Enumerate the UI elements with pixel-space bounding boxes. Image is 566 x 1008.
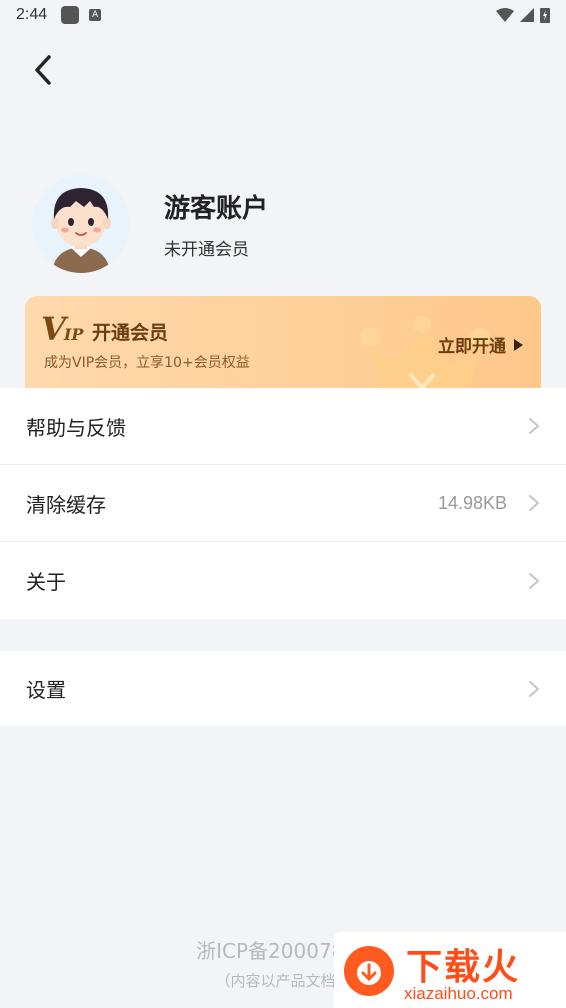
menu-item-about[interactable]: 关于 — [0, 542, 566, 619]
vip-description: 成为VIP会员，立享10+会员权益 — [44, 355, 250, 371]
wifi-icon — [496, 8, 514, 22]
status-bar: 2:44 A — [0, 0, 566, 30]
triangle-right-icon — [514, 338, 523, 351]
vip-logo: VIP — [41, 310, 83, 348]
vip-title: 开通会员 — [92, 322, 169, 344]
chevron-right-icon — [529, 495, 539, 511]
status-time: 2:44 — [16, 6, 48, 23]
notification-app-icon — [61, 6, 80, 24]
watermark: 下载火 xiazaihuo.com — [334, 932, 566, 1008]
chevron-right-icon — [529, 418, 539, 434]
keyboard-notification-icon: A — [89, 9, 102, 21]
vip-logo-ip: IP — [63, 325, 84, 344]
avatar[interactable] — [32, 175, 130, 273]
menu-item-help-feedback[interactable]: 帮助与反馈 — [0, 388, 566, 465]
menu-label-clear-cache: 清除缓存 — [26, 492, 106, 517]
watermark-url: xiazaihuo.com — [404, 984, 513, 1003]
user-info: 游客账户 未开通会员 — [164, 188, 268, 260]
menu-group-settings: 设置 — [0, 651, 566, 726]
chevron-left-icon — [35, 55, 51, 85]
membership-status: 未开通会员 — [164, 240, 249, 260]
vip-activate-label: 立即开通 — [438, 337, 506, 357]
chevron-right-icon — [529, 572, 539, 589]
vip-activate-button[interactable]: 立即开通 — [438, 332, 523, 357]
menu-group-main: 帮助与反馈 清除缓存 14.98KB 关于 — [0, 388, 566, 619]
menu-item-settings[interactable]: 设置 — [0, 651, 566, 726]
chevron-right-icon — [529, 680, 539, 697]
menu-label-help: 帮助与反馈 — [26, 415, 126, 440]
back-button[interactable] — [26, 50, 60, 90]
vip-card[interactable]: VIP 开通会员 成为VIP会员，立享10+会员权益 立即开通 — [25, 296, 541, 388]
watermark-name: 下载火 — [406, 947, 521, 988]
user-profile[interactable]: 游客账户 未开通会员 — [32, 175, 532, 273]
cartoon-boy-avatar-icon — [32, 175, 130, 273]
battery-icon — [540, 8, 550, 23]
menu-item-clear-cache[interactable]: 清除缓存 14.98KB — [0, 465, 566, 542]
signal-icon — [520, 8, 534, 22]
vip-logo-v: V — [41, 310, 66, 348]
user-name: 游客账户 — [164, 194, 269, 224]
cache-size-value: 14.98KB — [437, 492, 507, 513]
menu-label-about: 关于 — [26, 570, 66, 594]
download-logo-icon — [344, 946, 394, 996]
menu-label-settings: 设置 — [26, 678, 66, 702]
